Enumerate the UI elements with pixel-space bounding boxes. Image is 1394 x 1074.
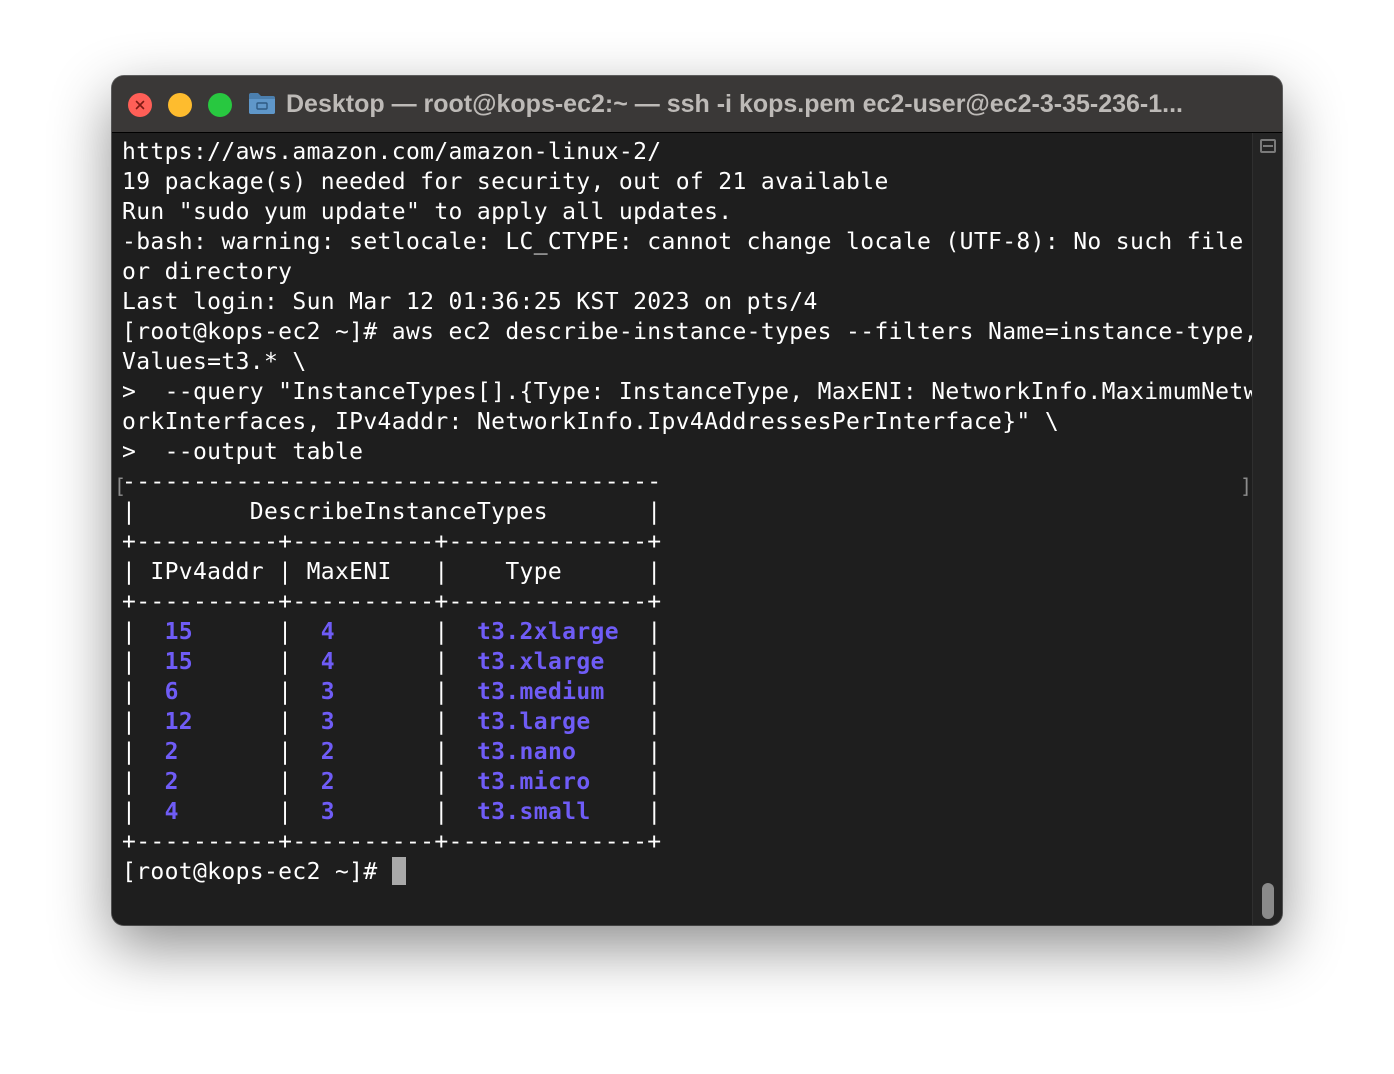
output-line: -bash: warning: setlocale: LC_CTYPE: can… [122, 229, 1244, 255]
maxeni-cell: 4 [320, 649, 335, 675]
maxeni-cell: 3 [320, 709, 335, 735]
table-title: | DescribeInstanceTypes | [122, 499, 662, 525]
maxeni-cell: 2 [320, 739, 335, 765]
type-cell: t3.nano [476, 739, 577, 765]
type-cell: t3.medium [476, 679, 605, 705]
ipv4addr-cell: 15 [164, 649, 193, 675]
mark-bracket-left: [ [114, 474, 127, 498]
ipv4addr-cell: 12 [164, 709, 193, 735]
zoom-button[interactable] [208, 93, 232, 117]
table-border: +----------+----------+--------------+ [122, 589, 662, 615]
table-row: | 2 | 2 | t3.micro | [122, 769, 662, 795]
title-bar[interactable]: Desktop — root@kops-ec2:~ — ssh -i kops.… [112, 76, 1282, 133]
mark-bracket-right: ] [1240, 474, 1253, 498]
table-row: | 12 | 3 | t3.large | [122, 709, 662, 735]
terminal-output[interactable]: https://aws.amazon.com/amazon-linux-2/ 1… [112, 133, 1257, 925]
output-line: Last login: Sun Mar 12 01:36:25 KST 2023… [122, 289, 818, 315]
close-icon [128, 93, 152, 117]
maxeni-cell: 3 [320, 679, 335, 705]
type-cell: t3.large [476, 709, 591, 735]
type-cell: t3.2xlarge [476, 619, 619, 645]
type-cell: t3.micro [476, 769, 591, 795]
table-row: | 2 | 2 | t3.nano | [122, 739, 662, 765]
maxeni-cell: 2 [320, 769, 335, 795]
ipv4addr-cell: 15 [164, 619, 193, 645]
type-cell: t3.xlarge [476, 649, 605, 675]
table-border: +----------+----------+--------------+ [122, 829, 662, 855]
folder-icon [248, 91, 276, 115]
table-border: +----------+----------+--------------+ [122, 529, 662, 555]
terminal-window: Desktop — root@kops-ec2:~ — ssh -i kops.… [112, 76, 1282, 925]
close-button[interactable] [128, 93, 152, 117]
output-line: or directory [122, 259, 293, 285]
minimize-button[interactable] [168, 93, 192, 117]
split-pane-icon[interactable] [1260, 139, 1276, 153]
table-row: | 6 | 3 | t3.medium | [122, 679, 662, 705]
table-row: | 15 | 4 | t3.xlarge | [122, 649, 662, 675]
table-row: | 4 | 3 | t3.small | [122, 799, 662, 825]
command-line: > --output table [122, 439, 364, 465]
vertical-scrollbar[interactable] [1252, 133, 1282, 925]
output-line: https://aws.amazon.com/amazon-linux-2/ [122, 139, 662, 165]
table-row: | 15 | 4 | t3.2xlarge | [122, 619, 662, 645]
output-line: 19 package(s) needed for security, out o… [122, 169, 889, 195]
ipv4addr-cell: 2 [164, 739, 179, 765]
maxeni-cell: 4 [320, 619, 335, 645]
prompt-line[interactable]: [root@kops-ec2 ~]# [122, 857, 406, 887]
command-line: > --query "InstanceTypes[].{Type: Instan… [122, 379, 1258, 405]
scrollbar-thumb[interactable] [1262, 883, 1274, 919]
shell-prompt: [root@kops-ec2 ~]# [122, 859, 392, 885]
command-line: [root@kops-ec2 ~]# aws ec2 describe-inst… [122, 319, 1258, 345]
ipv4addr-cell: 4 [164, 799, 179, 825]
maxeni-cell: 3 [320, 799, 335, 825]
output-line: Run "sudo yum update" to apply all updat… [122, 199, 733, 225]
table-border: -------------------------------------- [122, 469, 662, 495]
type-cell: t3.small [476, 799, 591, 825]
text-cursor [391, 857, 406, 885]
window-title: Desktop — root@kops-ec2:~ — ssh -i kops.… [286, 90, 1183, 118]
command-line: orkInterfaces, IPv4addr: NetworkInfo.Ipv… [122, 409, 1060, 435]
command-line: Values=t3.* \ [122, 349, 307, 375]
ipv4addr-cell: 6 [164, 679, 179, 705]
ipv4addr-cell: 2 [164, 769, 179, 795]
table-header: | IPv4addr | MaxENI | Type | [122, 559, 662, 585]
